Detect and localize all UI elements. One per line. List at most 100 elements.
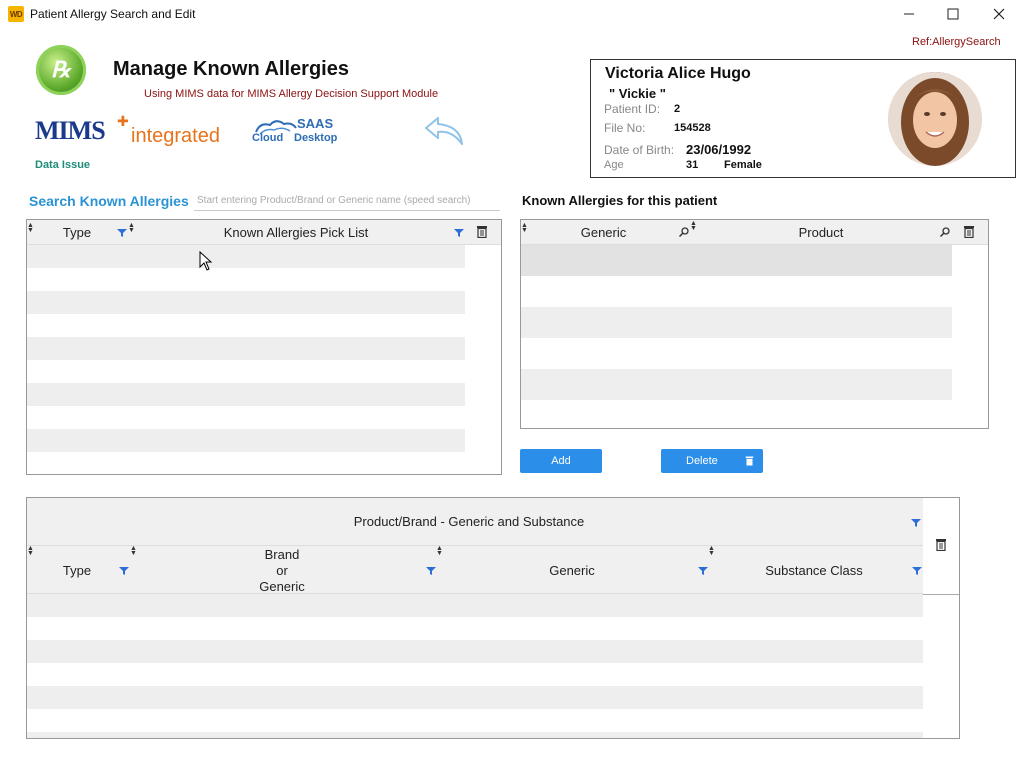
sort-icon: ▲ ▼ [27, 545, 34, 557]
col-substance-class-header[interactable]: Substance Class [709, 563, 919, 578]
table-row[interactable] [27, 617, 923, 640]
close-icon [993, 8, 1005, 20]
table-row[interactable] [27, 452, 465, 473]
patient-photo [888, 72, 982, 166]
col-brand-or-generic-header[interactable]: Brand or Generic [131, 547, 433, 595]
trash-icon[interactable] [935, 538, 947, 551]
delete-button-label: Delete [686, 455, 718, 467]
trash-icon[interactable] [963, 225, 975, 238]
add-button[interactable]: Add [520, 449, 602, 473]
table-row[interactable] [521, 338, 952, 369]
sort-icon: ▲ ▼ [436, 545, 443, 557]
maximize-button[interactable] [930, 0, 976, 28]
col-type-header[interactable]: Type [27, 563, 127, 578]
rx-logo-icon: ℞ [36, 45, 86, 95]
search-known-allergies-label: Search Known Allergies [29, 193, 189, 209]
col-brand-line-2: or [276, 563, 288, 578]
filter-icon[interactable] [698, 566, 708, 576]
table-row[interactable] [27, 594, 923, 617]
table-row[interactable] [27, 406, 465, 429]
group-header-product-brand: Product/Brand - Generic and Substance [353, 514, 585, 529]
known-allergies-label: Known Allergies for this patient [522, 193, 718, 208]
col-brand-line-3: Generic [259, 579, 305, 594]
dob-label: Date of Birth: [604, 143, 675, 157]
table-row[interactable] [521, 369, 952, 400]
mims-logo-integrated: integrated [131, 125, 220, 147]
saas-logo-desktop: Desktop [294, 132, 338, 144]
filter-icon[interactable] [454, 228, 464, 238]
trash-icon[interactable] [476, 225, 488, 238]
col-brand-line-1: Brand [264, 547, 300, 562]
page-title: Manage Known Allergies [113, 58, 349, 80]
close-button[interactable] [976, 0, 1022, 28]
table-row[interactable] [27, 732, 923, 738]
sort-icon: ▲ ▼ [690, 220, 697, 232]
filter-icon[interactable] [911, 518, 921, 528]
sort-icon: ▲ ▼ [521, 222, 528, 234]
delete-button[interactable]: Delete [661, 449, 763, 473]
table-row[interactable] [521, 307, 952, 338]
patient-id-label: Patient ID: [604, 102, 661, 116]
maximize-icon [947, 8, 959, 20]
table-row[interactable] [27, 360, 465, 383]
mims-integrated-logo: MIMS ✚ integrated [35, 113, 235, 152]
minimize-button[interactable] [886, 0, 932, 28]
known-allergies-header: ▲ ▼ Generic ▲ ▼ Product [521, 220, 988, 245]
age-label: Age [604, 159, 624, 171]
table-row[interactable] [27, 383, 465, 406]
col-generic-header[interactable]: Generic [541, 225, 666, 240]
search-icon[interactable] [679, 227, 689, 237]
pick-list-header: ▲ ▼ Type ▲ ▼ Known Allergies Pick List [27, 220, 501, 245]
sex: Female [724, 159, 762, 171]
table-row[interactable] [521, 400, 952, 427]
table-row[interactable] [27, 429, 465, 452]
age: 31 [686, 159, 699, 171]
col-product-header[interactable]: Product [701, 225, 941, 240]
saas-logo-word: SAAS [297, 116, 334, 131]
table-row[interactable] [27, 709, 923, 732]
window-title-bar: WD Patient Allergy Search and Edit [0, 0, 1024, 28]
back-button[interactable] [422, 112, 466, 148]
table-row[interactable] [27, 663, 923, 686]
table-row[interactable] [27, 686, 923, 709]
table-row[interactable] [27, 337, 465, 360]
window-title: Patient Allergy Search and Edit [30, 7, 196, 21]
product-generic-header: Product/Brand - Generic and Substance ▲ ▼… [27, 498, 923, 594]
sort-icon: ▲ ▼ [708, 545, 715, 557]
data-issue-label[interactable]: Data Issue [35, 159, 90, 171]
file-no-label: File No: [604, 121, 646, 135]
col-generic-header[interactable]: Generic [437, 563, 707, 578]
trash-icon [745, 456, 754, 466]
mouse-cursor-icon [199, 251, 213, 271]
table-row[interactable] [27, 291, 465, 314]
table-row[interactable] [27, 268, 465, 291]
page-subtitle: Using MIMS data for MIMS Allergy Decisio… [144, 88, 439, 100]
filter-icon[interactable] [117, 228, 127, 238]
mims-logo-text: MIMS [35, 116, 106, 145]
minimize-icon [904, 13, 914, 15]
filter-icon[interactable] [119, 566, 129, 576]
table-row[interactable] [27, 640, 923, 663]
filter-icon[interactable] [426, 566, 436, 576]
patient-nickname: " Vickie " [609, 86, 666, 101]
filter-icon[interactable] [912, 566, 922, 576]
known-allergies-grid: ▲ ▼ Generic ▲ ▼ Product [520, 219, 989, 429]
saas-logo-cloud: Cloud [252, 132, 284, 144]
back-arrow-icon [425, 117, 463, 145]
table-row[interactable] [27, 245, 465, 268]
saas-cloud-desktop-logo: SAAS Cloud Desktop [252, 116, 342, 150]
header-divider [923, 594, 959, 595]
col-type-header[interactable]: Type [31, 225, 123, 240]
table-row[interactable] [521, 276, 952, 307]
table-row[interactable] [27, 314, 465, 337]
allergy-speed-search-input[interactable] [194, 191, 500, 211]
puzzle-icon: ✚ [117, 113, 129, 129]
product-generic-grid: Product/Brand - Generic and Substance ▲ ▼… [26, 497, 960, 739]
search-icon[interactable] [940, 227, 950, 237]
dob: 23/06/1992 [686, 142, 752, 157]
table-row[interactable] [521, 245, 952, 276]
pick-list-grid: ▲ ▼ Type ▲ ▼ Known Allergies Pick List [26, 219, 502, 475]
ref-label: Ref:AllergySearch [912, 36, 1001, 48]
col-pick-list-header[interactable]: Known Allergies Pick List [131, 225, 461, 240]
header-divider [27, 545, 923, 546]
